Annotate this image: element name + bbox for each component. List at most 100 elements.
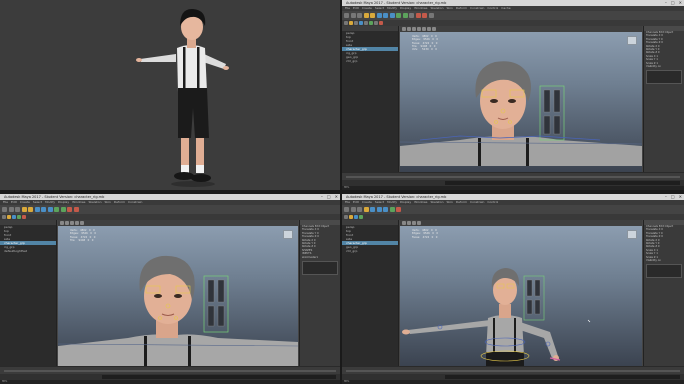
shelf-tool-icon[interactable]: [349, 215, 353, 219]
render-icon[interactable]: [396, 207, 401, 212]
lasso-tool-icon[interactable]: [28, 207, 33, 212]
layer-editor[interactable]: [646, 70, 682, 85]
range-slider-bar[interactable]: [444, 181, 680, 185]
view-cube-icon[interactable]: [283, 230, 293, 239]
time-slider-track[interactable]: [346, 370, 680, 372]
render-icon[interactable]: [415, 13, 421, 18]
shelf-tool-icon[interactable]: [12, 215, 16, 219]
new-scene-icon[interactable]: [344, 13, 349, 18]
select-tool-icon[interactable]: [363, 13, 369, 18]
status-line-toolbar: [342, 205, 684, 214]
snap-grid-icon[interactable]: [54, 207, 59, 212]
shelf-tool-icon[interactable]: [354, 21, 358, 25]
shelf-tool-icon[interactable]: [344, 21, 348, 25]
outliner-panel: persp top front side character_grp rig_g…: [0, 220, 57, 366]
shelf-tool-icon[interactable]: [379, 21, 383, 25]
shelf-tool-icon[interactable]: [17, 215, 21, 219]
camera-icon[interactable]: [402, 221, 406, 225]
window-title: Autodesk Maya 2017 - Student Version: ch…: [4, 195, 105, 199]
wireframe-icon[interactable]: [407, 27, 411, 31]
new-scene-icon[interactable]: [2, 207, 7, 212]
wireframe-icon[interactable]: [407, 221, 411, 225]
shelf-tool-icon[interactable]: [344, 215, 348, 219]
snap-curve-icon[interactable]: [402, 13, 408, 18]
rotate-tool-icon[interactable]: [376, 207, 382, 212]
range-slider-bar[interactable]: [102, 375, 336, 379]
command-line[interactable]: MEL: [0, 380, 340, 384]
time-slider[interactable]: [342, 172, 684, 180]
channel-skin-cluster[interactable]: skinCluster1: [300, 256, 340, 259]
time-slider[interactable]: [0, 366, 340, 374]
isolate-icon[interactable]: [432, 27, 436, 31]
shelf-tool-icon[interactable]: [354, 215, 358, 219]
wireframe-icon[interactable]: [65, 221, 69, 225]
move-tool-icon[interactable]: [34, 207, 40, 212]
select-tool-icon[interactable]: [363, 207, 369, 212]
open-scene-icon[interactable]: [350, 13, 356, 18]
maya-window-closeup: Autodesk Maya 2017 - Student Version: ch…: [342, 0, 684, 190]
outliner-item[interactable]: ctrl_grp: [342, 249, 398, 253]
command-line[interactable]: MEL: [342, 186, 684, 190]
channel-visibility[interactable]: Visibility on: [644, 65, 684, 68]
view-cube-icon[interactable]: [627, 36, 637, 45]
time-slider[interactable]: [342, 366, 684, 374]
layer-editor[interactable]: [646, 264, 682, 279]
viewport-3d[interactable]: Verts: 4802 0 0 Edges: 9526 0 0 Faces: 4…: [400, 220, 642, 366]
scale-tool-icon[interactable]: [383, 207, 388, 212]
snap-point-icon[interactable]: [409, 13, 414, 18]
rotate-tool-icon[interactable]: [41, 207, 46, 212]
save-scene-icon[interactable]: [15, 207, 20, 212]
time-slider-track[interactable]: [346, 176, 680, 178]
open-scene-icon[interactable]: [350, 207, 356, 212]
shaded-icon[interactable]: [70, 221, 74, 225]
snap-grid-icon[interactable]: [389, 207, 395, 212]
shelf-tool-icon[interactable]: [349, 21, 353, 25]
viewport-3d[interactable]: Verts: 4802 0 0 Edges: 9526 0 0 Faces: 4…: [400, 26, 642, 172]
move-tool-icon[interactable]: [370, 207, 375, 212]
layer-editor[interactable]: [302, 260, 338, 275]
select-tool-icon[interactable]: [21, 207, 27, 212]
rotate-tool-icon[interactable]: [383, 13, 388, 18]
scale-tool-icon[interactable]: [389, 13, 395, 18]
shelf-tool-icon[interactable]: [369, 21, 373, 25]
snap-curve-icon[interactable]: [60, 207, 66, 212]
channel-visibility[interactable]: Visibility on: [644, 259, 684, 262]
snap-grid-icon[interactable]: [396, 13, 401, 18]
camera-icon[interactable]: [402, 27, 406, 31]
ipr-render-icon[interactable]: [422, 13, 427, 18]
range-slider-bar[interactable]: [444, 375, 680, 379]
viewport-3d[interactable]: Verts: 4802 0 0 Edges: 9526 0 0 Faces: 4…: [58, 220, 298, 366]
character-body-rig: [402, 268, 591, 366]
lighting-icon[interactable]: [422, 27, 426, 31]
time-slider-track[interactable]: [4, 370, 336, 372]
shaded-icon[interactable]: [412, 221, 416, 225]
render-settings-icon[interactable]: [428, 13, 434, 18]
ipr-render-icon[interactable]: [73, 207, 79, 212]
move-tool-icon[interactable]: [376, 13, 382, 18]
shelf-tool-icon[interactable]: [374, 21, 378, 25]
shelf-tool-icon[interactable]: [364, 21, 368, 25]
shelf-tool-icon[interactable]: [2, 215, 6, 219]
new-scene-icon[interactable]: [344, 207, 349, 212]
save-scene-icon[interactable]: [357, 207, 362, 212]
shadows-icon[interactable]: [427, 27, 431, 31]
shelf-tool-icon[interactable]: [7, 215, 11, 219]
textured-icon[interactable]: [75, 221, 79, 225]
outliner-item[interactable]: defaultLightSet: [0, 249, 56, 253]
shelf-tool-icon[interactable]: [359, 215, 363, 219]
render-icon[interactable]: [67, 207, 72, 212]
textured-icon[interactable]: [417, 221, 421, 225]
outliner-item[interactable]: ctrl_grp: [342, 59, 398, 63]
open-scene-icon[interactable]: [8, 207, 14, 212]
scale-tool-icon[interactable]: [47, 207, 53, 212]
save-scene-icon[interactable]: [357, 13, 362, 18]
shelf-tool-icon[interactable]: [359, 21, 363, 25]
lighting-icon[interactable]: [80, 221, 84, 225]
shelf-tool-icon[interactable]: [22, 215, 26, 219]
command-line[interactable]: MEL: [342, 380, 684, 384]
camera-icon[interactable]: [60, 221, 64, 225]
lasso-tool-icon[interactable]: [370, 13, 375, 18]
view-cube-icon[interactable]: [627, 230, 637, 239]
textured-icon[interactable]: [417, 27, 421, 31]
shaded-icon[interactable]: [412, 27, 416, 31]
